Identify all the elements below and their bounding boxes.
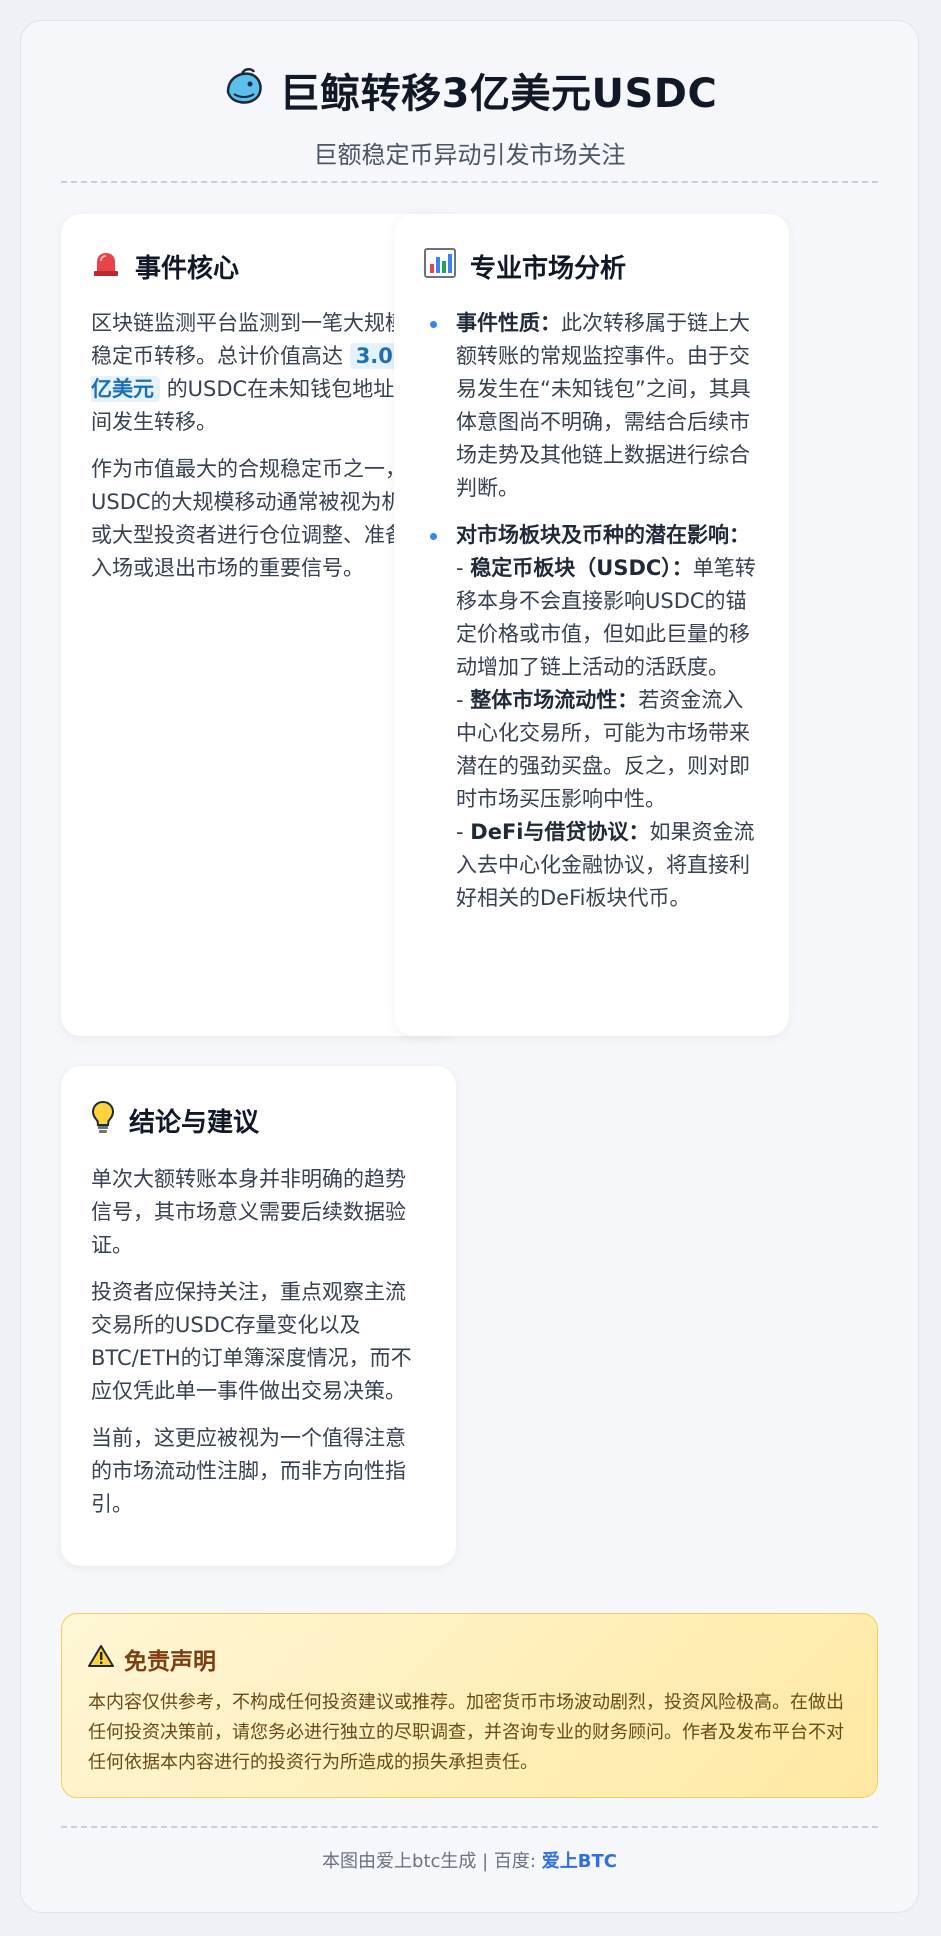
whale-icon [222,66,266,114]
conclusion-paragraph-1: 单次大额转账本身并非明确的趋势信号，其市场意义需要后续数据验证。 [91,1167,406,1257]
analysis-heading: 专业市场分析 [424,248,759,285]
event-core-paragraph-1: 区块链监测平台监测到一笔大规模稳定币转移。总计价值高达 3.027亿美元 的US… [91,307,426,439]
event-core-title: 事件核心 [135,254,240,284]
event-core-heading: 事件核心 [91,248,426,285]
disclaimer-heading: 免责声明 [88,1642,851,1676]
analysis-item-impact: 对市场板块及币种的潜在影响： - 稳定币板块（USDC）：单笔转移本身不会直接影… [430,519,759,915]
dash-marker: - [456,820,471,844]
analysis-card: 专业市场分析 事件性质：此次转移属于链上大额转账的常规监控事件。由于交易发生在“… [394,214,789,1036]
siren-icon [91,249,121,284]
event-core-paragraph-2: 作为市值最大的合规稳定币之一，USDC的大规模移动通常被视为机构或大型投资者进行… [91,457,424,580]
conclusion-card: 结论与建议 单次大额转账本身并非明确的趋势信号，其市场意义需要后续数据验证。 投… [61,1066,456,1566]
header-divider [61,181,878,183]
footer: 本图由爱上btc生成 | 百度: 爱上BTC [21,1847,918,1873]
impact-label: DeFi与借贷协议： [470,820,650,844]
title-row: 巨鲸转移3亿美元USDC [21,61,918,119]
footer-link[interactable]: 爱上BTC [542,1851,617,1872]
page-title: 巨鲸转移3亿美元USDC [279,71,718,117]
dash-marker: - [456,688,471,712]
footer-text: 本图由爱上btc生成 | 百度: [322,1851,542,1872]
bar-chart-icon [424,248,456,285]
disclaimer-box: 免责声明 本内容仅供参考，不构成任何投资建议或推荐。加密货币市场波动剧烈，投资风… [61,1613,878,1798]
dash-marker: - [456,556,471,580]
analysis-title: 专业市场分析 [470,254,627,284]
impact-label: 整体市场流动性： [470,688,639,712]
analysis-list: 事件性质：此次转移属于链上大额转账的常规监控事件。由于交易发生在“未知钱包”之间… [424,307,759,915]
impact-stablecoin: - 稳定币板块（USDC）：单笔转移本身不会直接影响USDC的锚定价格或市值，但… [456,552,759,684]
conclusion-paragraph-3: 当前，这更应被视为一个值得注意的市场流动性注脚，而非方向性指引。 [91,1426,406,1516]
disclaimer-text: 本内容仅供参考，不构成任何投资建议或推荐。加密货币市场波动剧烈，投资风险极高。在… [88,1692,844,1773]
impact-liquidity: - 整体市场流动性：若资金流入中心化交易所，可能为市场带来潜在的强劲买盘。反之，… [456,684,759,816]
impact-label: 稳定币板块（USDC）： [470,556,693,580]
analysis-item-label: 事件性质： [456,311,561,335]
footer-divider [61,1826,878,1828]
conclusion-heading: 结论与建议 [91,1100,426,1141]
disclaimer-title: 免责声明 [124,1649,216,1675]
page-container: 巨鲸转移3亿美元USDC 巨额稳定币异动引发市场关注 事件核心 区块链监测平台监… [20,20,919,1913]
conclusion-paragraph-2: 投资者应保持关注，重点观察主流交易所的USDC存量变化以及BTC/ETH的订单簿… [91,1280,412,1403]
conclusion-title: 结论与建议 [129,1108,260,1138]
page-subtitle: 巨额稳定币异动引发市场关注 [313,141,626,169]
analysis-item-text: 此次转移属于链上大额转账的常规监控事件。由于交易发生在“未知钱包”之间，其具体意… [456,311,751,500]
analysis-item-label: 对市场板块及币种的潜在影响： [456,523,750,547]
header: 巨鲸转移3亿美元USDC 巨额稳定币异动引发市场关注 [21,21,918,170]
impact-defi: - DeFi与借贷协议：如果资金流入去中心化金融协议，将直接利好相关的DeFi板… [456,816,759,915]
analysis-item-nature: 事件性质：此次转移属于链上大额转账的常规监控事件。由于交易发生在“未知钱包”之间… [430,307,759,505]
warning-icon [88,1644,114,1674]
lightbulb-icon [91,1100,115,1141]
